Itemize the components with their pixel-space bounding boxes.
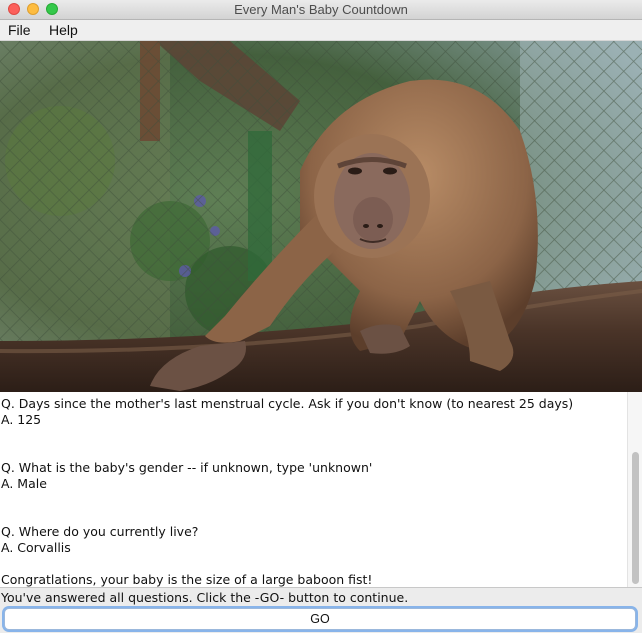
menu-help[interactable]: Help [49, 22, 78, 38]
answer-3: A. Corvallis [1, 540, 71, 555]
menu-file[interactable]: File [8, 22, 31, 38]
question-3: Q. Where do you currently live? [1, 524, 199, 539]
question-2: Q. What is the baby's gender -- if unkno… [1, 460, 373, 475]
result-message: Congratlations, your baby is the size of… [1, 572, 373, 587]
baboon-photo [0, 41, 642, 392]
scrollbar-thumb[interactable] [632, 452, 639, 584]
question-1: Q. Days since the mother's last menstrua… [1, 396, 574, 411]
window-title: Every Man's Baby Countdown [234, 2, 408, 17]
title-bar: Every Man's Baby Countdown [0, 0, 642, 20]
qa-log[interactable]: Q. Days since the mother's last menstrua… [0, 392, 642, 588]
answer-2: A. Male [1, 476, 47, 491]
status-message: You've answered all questions. Click the… [1, 590, 409, 605]
go-button[interactable]: GO [4, 608, 636, 630]
menu-bar: File Help [0, 20, 642, 41]
answer-1: A. 125 [1, 412, 42, 427]
qa-scrollbar[interactable] [627, 392, 642, 587]
